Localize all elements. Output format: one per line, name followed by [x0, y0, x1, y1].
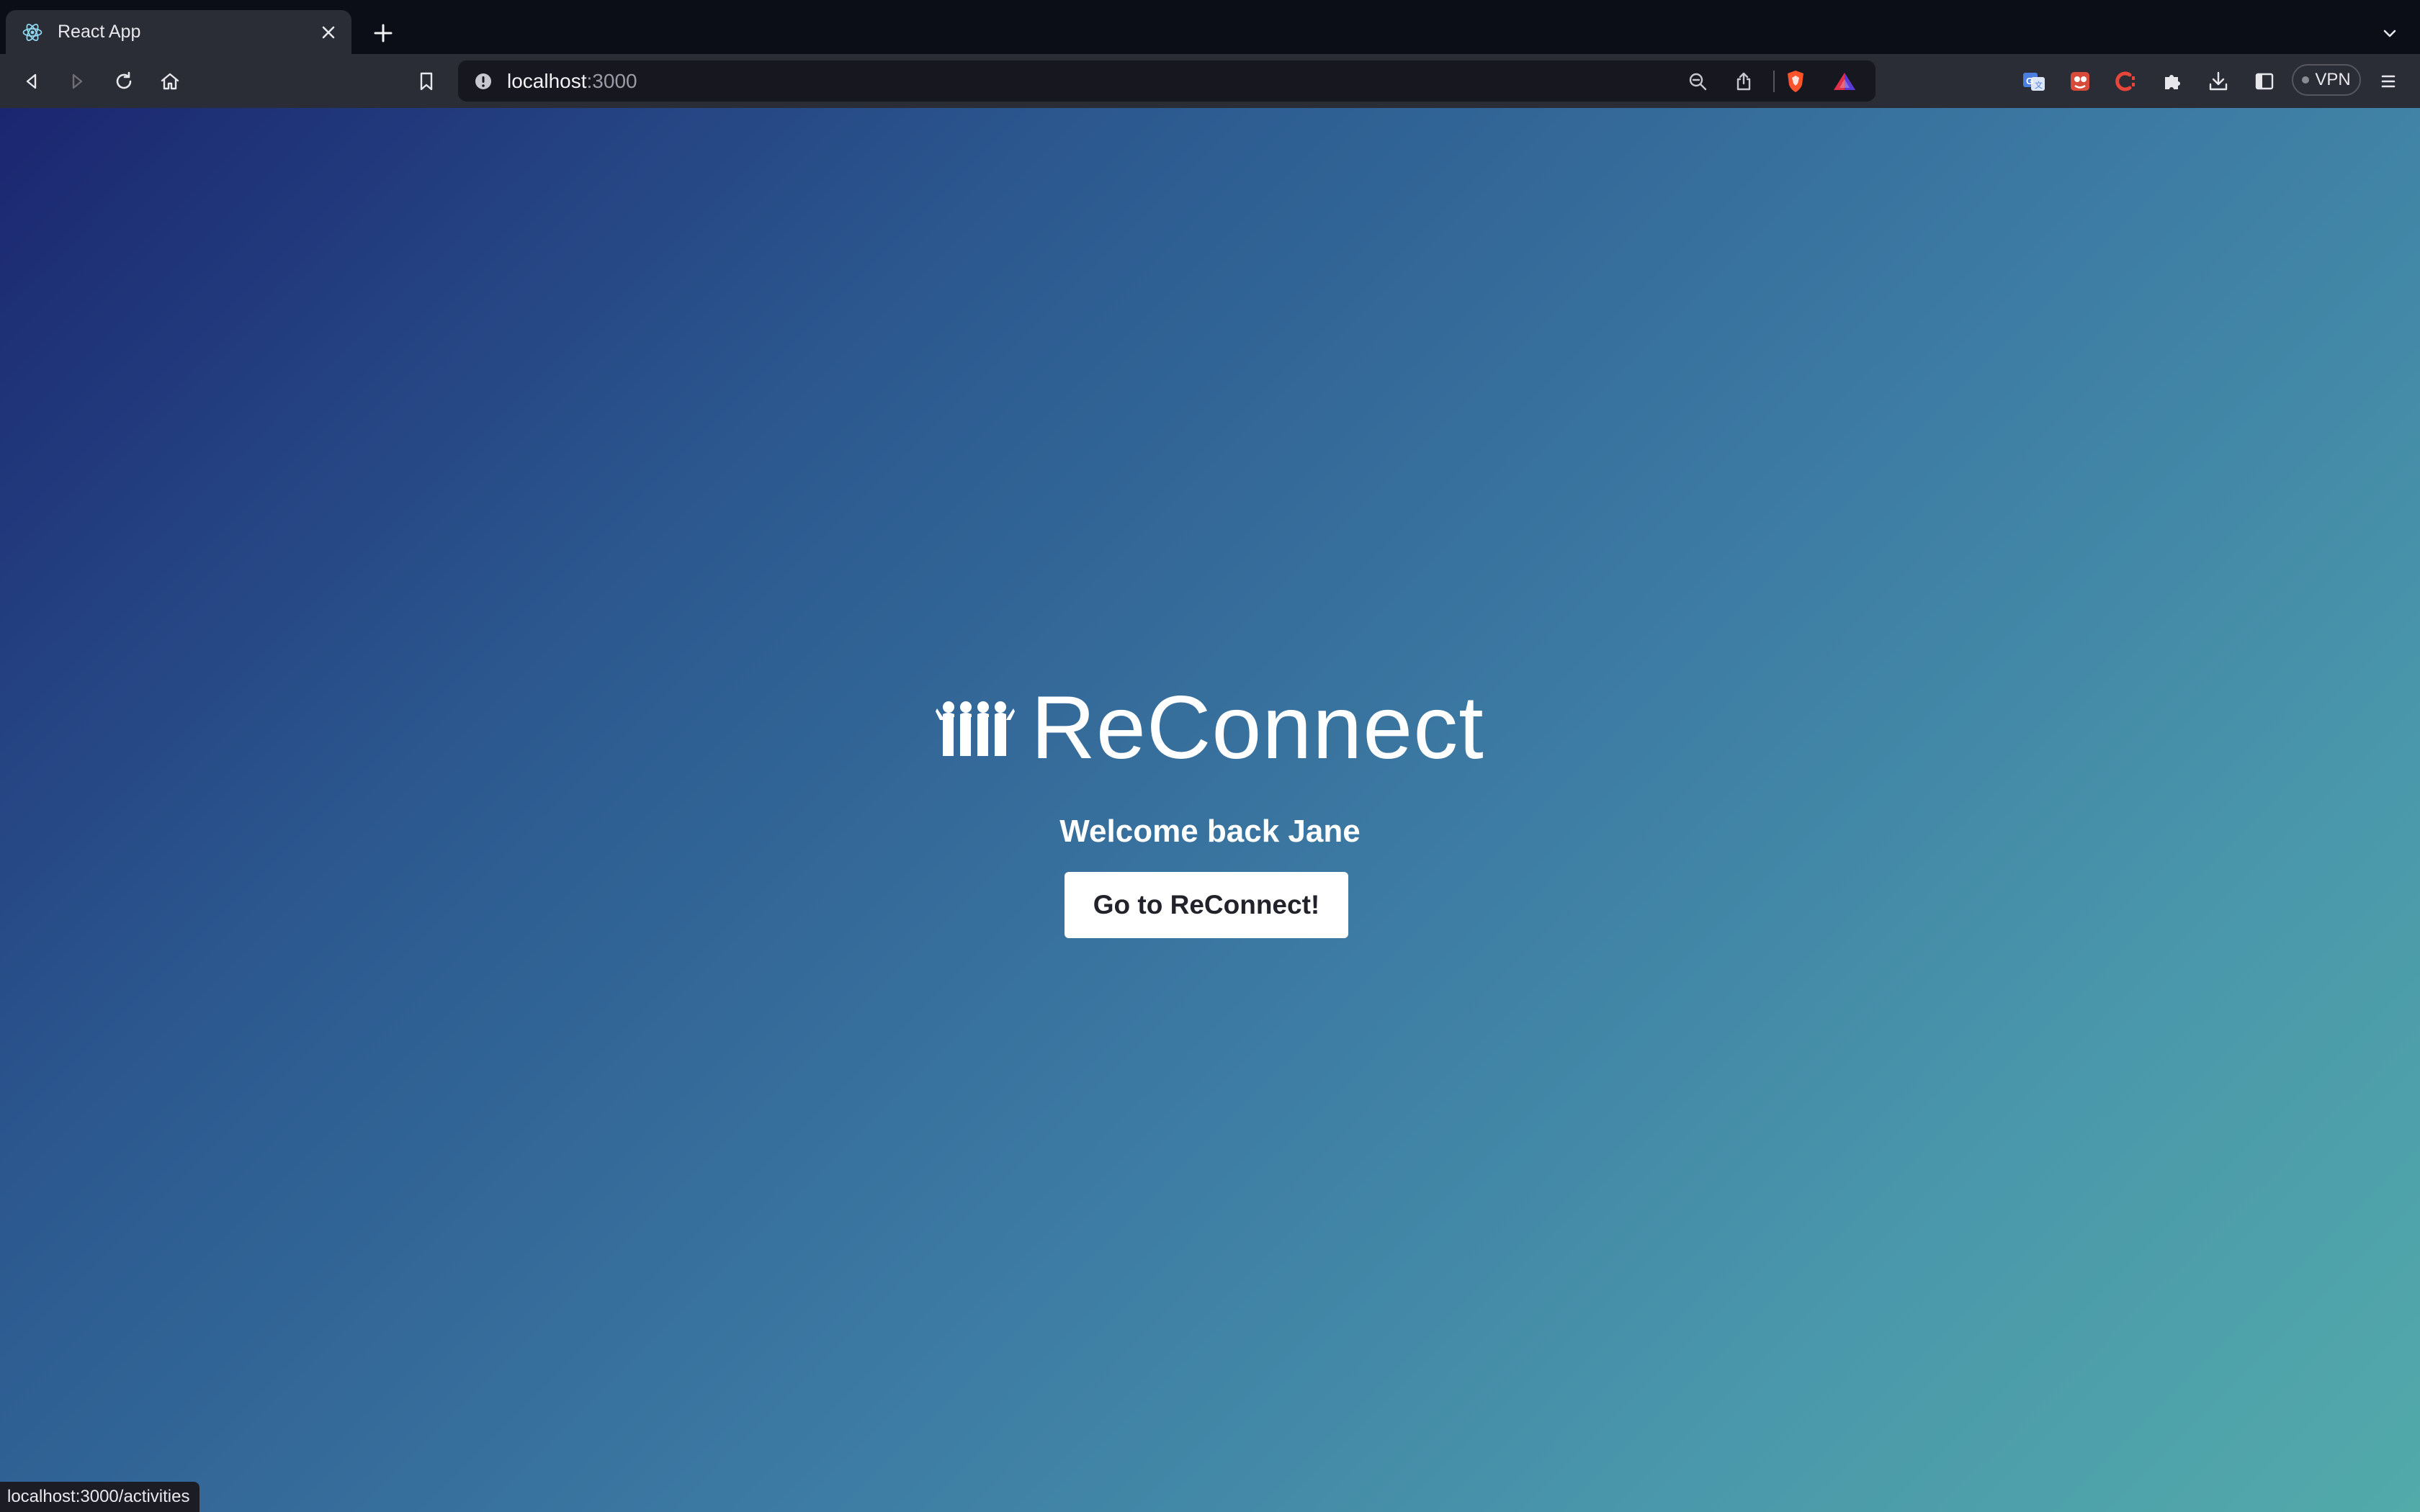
chevron-down-icon[interactable] — [2374, 17, 2406, 49]
reload-icon[interactable] — [107, 64, 141, 99]
svg-text:文: 文 — [2035, 80, 2043, 90]
back-arrow-icon[interactable] — [14, 64, 49, 99]
plus-icon[interactable] — [367, 17, 399, 49]
svg-text:G: G — [2026, 76, 2033, 86]
url-port: :3000 — [586, 70, 637, 92]
go-to-reconnect-button[interactable]: Go to ReConnect! — [1065, 872, 1348, 938]
welcome-message: Welcome back Jane — [1059, 814, 1361, 849]
url-text[interactable]: localhost:3000 — [507, 70, 637, 93]
colorzilla-icon[interactable] — [2109, 64, 2143, 99]
address-bar[interactable]: localhost:3000 — [458, 60, 1876, 102]
tab-strip: React App — [0, 0, 2420, 54]
url-divider — [1773, 71, 1775, 92]
browser-toolbar: localhost:3000 G文 VPN — [0, 54, 2420, 108]
site-info-icon[interactable] — [472, 71, 494, 92]
browser-window: React App localhost:3000 G 文 VPN ReConne… — [0, 0, 2420, 1512]
home-icon[interactable] — [153, 64, 187, 99]
react-icon — [20, 20, 45, 45]
hamburger-menu-icon[interactable] — [2371, 64, 2406, 99]
sidebar-icon[interactable] — [2247, 64, 2282, 99]
forward-arrow-icon[interactable] — [60, 64, 94, 99]
status-bar-link: localhost:3000/activities — [0, 1482, 200, 1512]
people-group-icon — [936, 701, 1016, 756]
brave-rewards-icon[interactable] — [1829, 66, 1860, 96]
brand-logo: ReConnect — [0, 677, 2420, 779]
url-host: localhost — [507, 70, 587, 92]
extension-icon[interactable] — [2063, 64, 2097, 99]
share-icon[interactable] — [1729, 66, 1759, 96]
tab-react-app[interactable]: React App — [6, 10, 351, 54]
brave-shields-icon[interactable] — [1780, 66, 1811, 96]
download-icon[interactable] — [2201, 64, 2236, 99]
vpn-label: VPN — [2315, 70, 2351, 89]
puzzle-icon[interactable] — [2155, 64, 2190, 99]
bookmark-icon[interactable] — [409, 64, 444, 99]
translate-icon[interactable]: G文 — [2017, 64, 2051, 99]
close-icon[interactable] — [314, 18, 343, 47]
tab-title: React App — [58, 22, 141, 42]
brand-name: ReConnect — [1031, 678, 1484, 778]
vpn-status-dot — [2302, 76, 2310, 84]
vpn-button[interactable]: VPN — [2292, 64, 2361, 96]
page-content: ReConnect Welcome back Jane Go to ReConn… — [0, 108, 2420, 1512]
zoom-out-icon[interactable] — [1682, 66, 1713, 96]
